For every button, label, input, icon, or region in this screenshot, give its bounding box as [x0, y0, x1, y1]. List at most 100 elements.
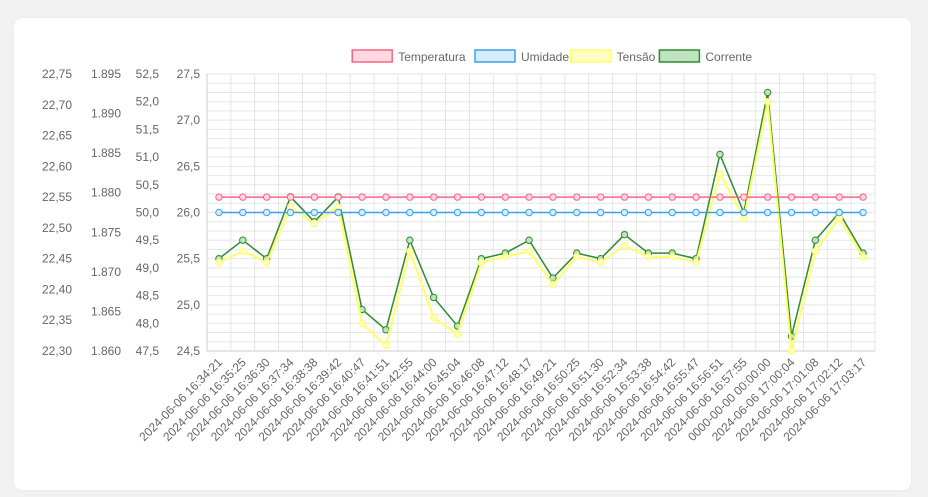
data-point[interactable]: [763, 88, 772, 97]
data-point[interactable]: [358, 319, 366, 327]
data-point[interactable]: [310, 208, 319, 217]
data-point[interactable]: [453, 208, 462, 217]
data-point[interactable]: [525, 208, 533, 217]
data-point[interactable]: [620, 242, 629, 250]
data-point[interactable]: [239, 247, 247, 255]
data-point[interactable]: [716, 170, 724, 178]
legend-label: Temperatura: [398, 50, 466, 64]
data-point[interactable]: [573, 208, 581, 217]
data-point[interactable]: [358, 193, 366, 201]
legend[interactable]: Temperatura Umidade Tensão Corrente: [351, 49, 752, 64]
data-point[interactable]: [310, 219, 319, 228]
data-point[interactable]: [549, 280, 557, 289]
data-point[interactable]: [620, 230, 629, 239]
data-point[interactable]: [334, 193, 342, 201]
data-point[interactable]: [596, 258, 605, 267]
data-point[interactable]: [382, 341, 390, 350]
data-point[interactable]: [859, 193, 867, 201]
data-point[interactable]: [239, 193, 247, 201]
data-point[interactable]: [740, 208, 748, 217]
data-point[interactable]: [525, 236, 533, 244]
data-point[interactable]: [525, 193, 533, 201]
data-point[interactable]: [596, 193, 605, 201]
data-point[interactable]: [668, 208, 676, 217]
data-point[interactable]: [286, 193, 295, 201]
data-point[interactable]: [644, 193, 653, 201]
x-axis-ticks: 2024-06-06 16:34:212024-06-06 16:35:2520…: [136, 355, 869, 444]
data-point[interactable]: [429, 314, 438, 322]
data-point[interactable]: [668, 253, 676, 261]
data-point[interactable]: [859, 208, 867, 217]
data-point[interactable]: [620, 193, 629, 201]
data-point[interactable]: [429, 193, 438, 201]
data-point[interactable]: [692, 208, 700, 217]
data-point[interactable]: [406, 193, 414, 201]
y-axis-y_temp: 22,75 22,70 22,65 22,60 22,55 22,50 22,45 22,40…: [42, 67, 72, 358]
y-tick-label: 27,5: [177, 67, 201, 81]
data-point[interactable]: [716, 193, 724, 201]
data-point[interactable]: [501, 253, 509, 261]
data-point[interactable]: [262, 208, 271, 217]
data-point[interactable]: [763, 208, 772, 217]
data-point[interactable]: [501, 208, 509, 217]
data-point[interactable]: [310, 193, 319, 201]
data-point[interactable]: [358, 208, 366, 217]
data-point[interactable]: [811, 247, 820, 255]
data-point[interactable]: [692, 258, 700, 267]
data-point[interactable]: [573, 193, 581, 201]
data-point[interactable]: [787, 208, 796, 217]
data-point[interactable]: [811, 236, 820, 244]
data-point[interactable]: [835, 193, 843, 201]
data-point[interactable]: [334, 208, 342, 217]
data-point[interactable]: [859, 253, 867, 261]
y-tick-label: 1.880: [91, 186, 121, 200]
legend-item[interactable]: Temperatura: [351, 49, 466, 64]
data-point[interactable]: [382, 208, 390, 217]
y-tick-label: 25,5: [177, 252, 201, 266]
data-point[interactable]: [453, 330, 462, 339]
data-point[interactable]: [262, 193, 271, 201]
data-point[interactable]: [716, 208, 724, 217]
data-point[interactable]: [382, 193, 390, 201]
data-point[interactable]: [787, 347, 796, 355]
data-point[interactable]: [787, 193, 796, 201]
legend-item[interactable]: Corrente: [658, 49, 752, 64]
data-point[interactable]: [763, 98, 772, 106]
data-point[interactable]: [406, 247, 414, 255]
data-point[interactable]: [406, 208, 414, 217]
data-point[interactable]: [239, 208, 247, 217]
data-point[interactable]: [525, 247, 533, 255]
data-point[interactable]: [477, 193, 486, 201]
data-point[interactable]: [262, 258, 271, 267]
data-point[interactable]: [644, 253, 653, 261]
data-point[interactable]: [215, 258, 223, 267]
data-point[interactable]: [429, 208, 438, 217]
data-point[interactable]: [239, 236, 247, 244]
data-point[interactable]: [620, 208, 629, 217]
data-point[interactable]: [215, 208, 223, 217]
data-point[interactable]: [382, 326, 390, 334]
legend-item[interactable]: Tensão: [569, 49, 656, 64]
data-point[interactable]: [477, 258, 486, 267]
data-point[interactable]: [549, 193, 557, 201]
data-point[interactable]: [286, 208, 295, 217]
data-point[interactable]: [716, 150, 724, 159]
data-point[interactable]: [501, 193, 509, 201]
data-point[interactable]: [573, 253, 581, 261]
legend-item[interactable]: Umidade: [474, 49, 569, 64]
data-point[interactable]: [406, 236, 414, 244]
data-point[interactable]: [811, 208, 820, 217]
data-point[interactable]: [763, 193, 772, 201]
data-point[interactable]: [453, 193, 462, 201]
data-point[interactable]: [549, 208, 557, 217]
data-point[interactable]: [477, 208, 486, 217]
data-point[interactable]: [692, 193, 700, 201]
data-point[interactable]: [740, 193, 748, 201]
data-point[interactable]: [596, 208, 605, 217]
data-point[interactable]: [668, 193, 676, 201]
data-point[interactable]: [835, 208, 843, 217]
data-point[interactable]: [811, 193, 820, 201]
data-point[interactable]: [215, 193, 223, 201]
data-point[interactable]: [644, 208, 653, 217]
data-point[interactable]: [429, 293, 438, 302]
